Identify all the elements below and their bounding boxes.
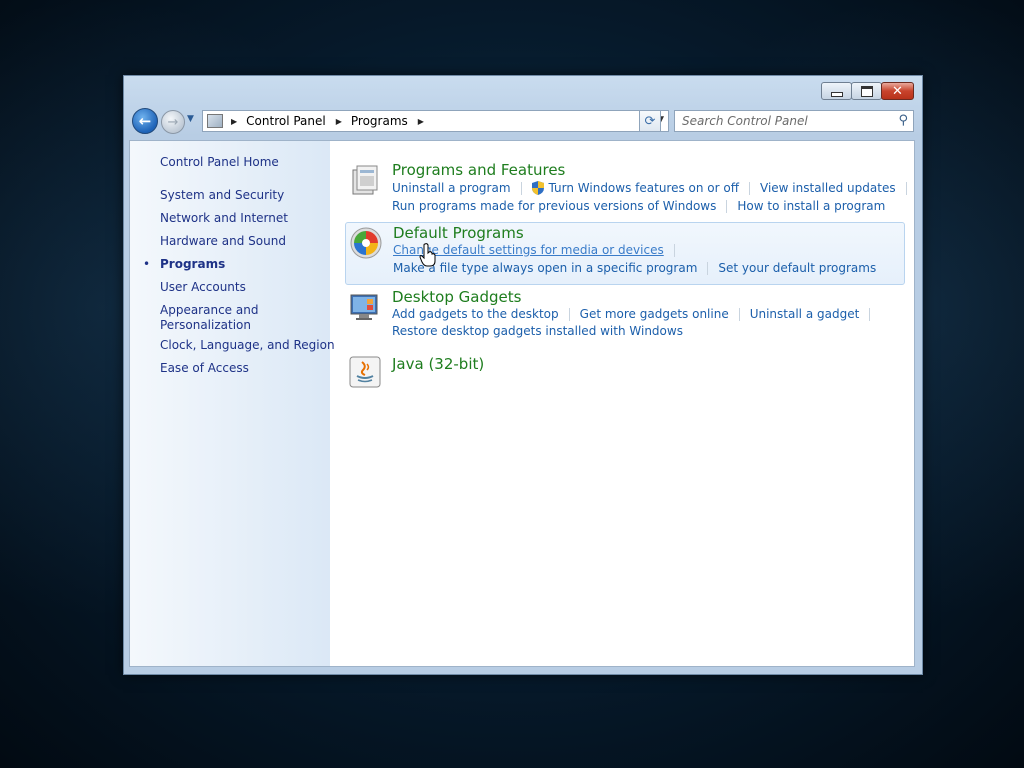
sidebar-item-user-accounts[interactable]: User Accounts (160, 280, 246, 295)
task-links-row: Uninstall a program Turn Windows feature… (392, 181, 914, 195)
forward-arrow-icon: → (167, 114, 179, 130)
content-area: Control Panel Home System and Security N… (129, 140, 915, 667)
link-separator (673, 243, 675, 257)
category-java: Java (32-bit) (345, 353, 905, 393)
category-title[interactable]: Default Programs (393, 224, 524, 242)
breadcrumb-programs[interactable]: Programs (351, 114, 408, 128)
link-separator (520, 181, 522, 195)
task-windows-features[interactable]: Turn Windows features on or off (549, 181, 740, 195)
link-separator (738, 307, 740, 321)
refresh-icon: ⟳ (644, 113, 656, 129)
link-separator (726, 199, 728, 213)
task-run-older-programs[interactable]: Run programs made for previous versions … (392, 199, 716, 213)
link-separator (707, 261, 709, 275)
sidebar-item-programs: Programs (160, 257, 226, 271)
task-links-row: Restore desktop gadgets installed with W… (392, 324, 683, 338)
link-separator (905, 181, 907, 195)
default-programs-icon (350, 227, 382, 259)
current-item-bullet: • (143, 257, 151, 271)
category-programs-features: Programs and Features Uninstall a progra… (345, 161, 907, 217)
forward-button[interactable]: → (161, 110, 185, 134)
back-arrow-icon: ← (138, 112, 152, 130)
breadcrumb-arrow-icon[interactable]: ▶ (418, 117, 424, 126)
task-uninstall-gadget[interactable]: Uninstall a gadget (750, 307, 860, 321)
uac-shield-icon (531, 181, 544, 195)
refresh-button[interactable]: ⟳ (639, 110, 661, 132)
recent-pages-dropdown-icon[interactable]: ▼ (187, 114, 194, 124)
task-links-row: Run programs made for previous versions … (392, 199, 885, 213)
close-icon: ✕ (892, 83, 903, 99)
task-uninstall-program[interactable]: Uninstall a program (392, 181, 511, 195)
task-set-default-programs[interactable]: Set your default programs (718, 261, 876, 275)
main-panel: Programs and Features Uninstall a progra… (330, 141, 914, 666)
programs-features-icon (352, 165, 378, 195)
sidebar-item-network-internet[interactable]: Network and Internet (160, 211, 288, 226)
link-separator (869, 307, 871, 321)
link-separator (568, 307, 570, 321)
hand-pointer-cursor-icon (419, 243, 436, 267)
title-bar[interactable]: ✕ (124, 76, 922, 104)
category-desktop-gadgets: Desktop Gadgets Add gadgets to the deskt… (345, 288, 905, 344)
java-icon (349, 356, 381, 388)
sidebar-item-appearance[interactable]: Appearance and Personalization (160, 303, 258, 333)
minimize-button[interactable] (821, 82, 852, 100)
sidebar-item-system-security[interactable]: System and Security (160, 188, 284, 203)
navigation-bar: ← → ▼ ▶ Control Panel ▶ Programs ▶ ▼ ⟳ S… (132, 107, 914, 135)
link-separator (749, 181, 751, 195)
sidebar-item-clock-language-region[interactable]: Clock, Language, and Region (160, 338, 335, 353)
task-add-gadgets[interactable]: Add gadgets to the desktop (392, 307, 559, 321)
maximize-button[interactable] (851, 82, 882, 100)
back-button[interactable]: ← (132, 108, 158, 134)
breadcrumb-arrow-icon[interactable]: ▶ (336, 117, 342, 126)
category-title[interactable]: Programs and Features (392, 161, 565, 179)
breadcrumb-arrow-icon[interactable]: ▶ (231, 117, 237, 126)
breadcrumb-control-panel[interactable]: Control Panel (246, 114, 326, 128)
task-file-type-associations[interactable]: Make a file type always open in a specif… (393, 261, 697, 275)
category-title[interactable]: Desktop Gadgets (392, 288, 521, 306)
task-get-more-gadgets[interactable]: Get more gadgets online (580, 307, 729, 321)
maximize-icon (860, 85, 873, 97)
address-bar[interactable]: ▶ Control Panel ▶ Programs ▶ ▼ (202, 110, 669, 132)
caption-buttons: ✕ (821, 82, 914, 100)
task-how-to-install[interactable]: How to install a program (737, 199, 885, 213)
task-links-row: Add gadgets to the desktop Get more gadg… (392, 307, 880, 321)
task-restore-gadgets[interactable]: Restore desktop gadgets installed with W… (392, 324, 683, 338)
search-input[interactable]: Search Control Panel ⚲ (674, 110, 914, 132)
sidebar-control-panel-home[interactable]: Control Panel Home (160, 155, 279, 170)
search-icon[interactable]: ⚲ (898, 113, 908, 128)
close-button[interactable]: ✕ (881, 82, 914, 100)
sidebar-item-ease-of-access[interactable]: Ease of Access (160, 361, 249, 376)
desktop-gadgets-icon (350, 294, 378, 320)
search-placeholder: Search Control Panel (682, 114, 808, 128)
task-view-installed-updates[interactable]: View installed updates (760, 181, 896, 195)
sidebar-item-hardware-sound[interactable]: Hardware and Sound (160, 234, 286, 249)
sidebar: Control Panel Home System and Security N… (130, 141, 335, 666)
minimize-icon (830, 91, 843, 97)
control-panel-icon (207, 114, 223, 128)
task-links-row: Make a file type always open in a specif… (393, 261, 876, 275)
control-panel-window: ✕ ← → ▼ ▶ Control Panel ▶ Programs ▶ ▼ ⟳… (123, 75, 923, 675)
category-title[interactable]: Java (32-bit) (392, 355, 484, 373)
